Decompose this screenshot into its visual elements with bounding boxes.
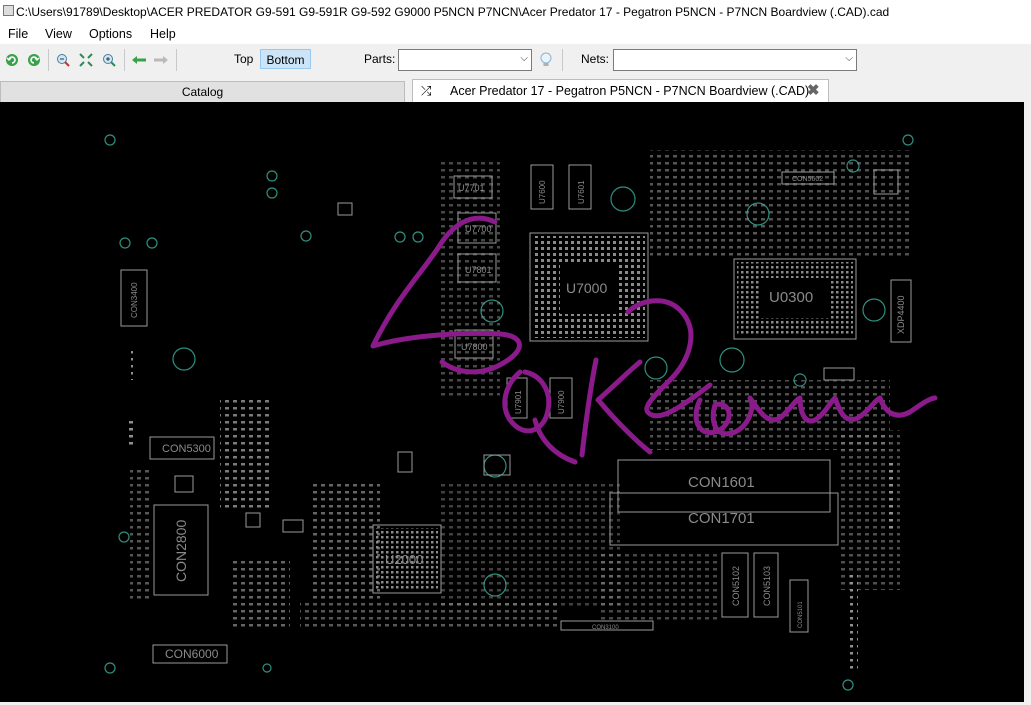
menu-bar: File View Options Help xyxy=(0,24,1031,44)
label-xdp4400: XDP4400 xyxy=(896,295,906,334)
label-con2800: CON2800 xyxy=(173,520,189,582)
tab-strip: Catalog ⤮ Acer Predator 17 - Pegatron P5… xyxy=(0,79,1031,102)
label-u7600: U7600 xyxy=(538,180,547,204)
chevron-down-icon: ⌵ xyxy=(520,53,528,64)
label-con1701: CON1701 xyxy=(688,510,755,527)
rotate-right-icon[interactable] xyxy=(24,50,44,70)
menu-options[interactable]: Options xyxy=(89,27,132,41)
back-arrow-icon[interactable] xyxy=(129,50,149,70)
label-con6000: CON6000 xyxy=(165,647,219,661)
bottom-side-button[interactable]: Bottom xyxy=(260,49,311,69)
window-title: C:\Users\91789\Desktop\ACER PREDATOR G9-… xyxy=(16,5,890,19)
zoom-out-icon[interactable] xyxy=(53,50,73,70)
nets-combobox[interactable]: ⌵ xyxy=(613,49,857,71)
app-icon xyxy=(3,5,14,16)
vertical-scrollbar[interactable] xyxy=(1024,102,1031,702)
tab-catalog[interactable]: Catalog xyxy=(0,81,405,102)
label-u7801: U7801 xyxy=(465,265,492,275)
title-bar: C:\Users\91789\Desktop\ACER PREDATOR G9-… xyxy=(0,0,1031,24)
tab-document[interactable]: ⤮ Acer Predator 17 - Pegatron P5NCN - P7… xyxy=(412,79,829,102)
label-u7900: U7900 xyxy=(557,390,566,414)
menu-view[interactable]: View xyxy=(45,27,72,41)
top-side-button[interactable]: Top xyxy=(231,49,256,69)
label-con1601: CON1601 xyxy=(688,474,755,491)
lightbulb-icon[interactable] xyxy=(536,50,556,70)
label-u7000: U7000 xyxy=(566,280,607,296)
parts-combobox[interactable]: ⌵ xyxy=(398,49,532,71)
label-u7800: U7800 xyxy=(461,342,488,352)
chevron-down-icon: ⌵ xyxy=(845,53,853,64)
pcb-drawing: U7701 U7700 U7801 U7800 U7000 U0300 U200… xyxy=(104,134,938,691)
label-u7700: U7700 xyxy=(465,224,492,234)
menu-help[interactable]: Help xyxy=(150,27,176,41)
label-u7901: U7901 xyxy=(514,390,523,414)
fit-icon[interactable] xyxy=(76,50,96,70)
label-u0300: U0300 xyxy=(769,289,813,306)
label-con5102: CON5102 xyxy=(731,566,741,606)
label-u2000: U2000 xyxy=(385,552,423,567)
label-u7601: U7601 xyxy=(577,180,586,204)
label-u7701: U7701 xyxy=(458,183,485,193)
parts-label: Parts: xyxy=(364,52,396,66)
swap-icon: ⤮ xyxy=(421,83,432,98)
rotate-left-icon[interactable] xyxy=(2,50,22,70)
menu-file[interactable]: File xyxy=(8,27,28,41)
label-con5602: CON5602 xyxy=(792,176,823,183)
label-con5101: CON5101 xyxy=(798,601,804,628)
label-con3100: CON3100 xyxy=(592,625,619,631)
boardview-canvas[interactable]: U7701 U7700 U7801 U7800 U7000 U0300 U200… xyxy=(0,102,1024,702)
nets-label: Nets: xyxy=(581,52,610,66)
forward-arrow-icon[interactable] xyxy=(151,50,171,70)
zoom-in-icon[interactable] xyxy=(99,50,119,70)
label-con5300: CON5300 xyxy=(162,443,211,455)
toolbar: Top Bottom Parts: ⌵ Nets: ⌵ xyxy=(0,45,1031,75)
close-icon[interactable]: ✖ xyxy=(807,81,820,99)
label-con5103: CON5103 xyxy=(762,566,772,606)
tab-document-label: Acer Predator 17 - Pegatron P5NCN - P7NC… xyxy=(450,84,810,98)
label-con3400: CON3400 xyxy=(130,282,139,318)
